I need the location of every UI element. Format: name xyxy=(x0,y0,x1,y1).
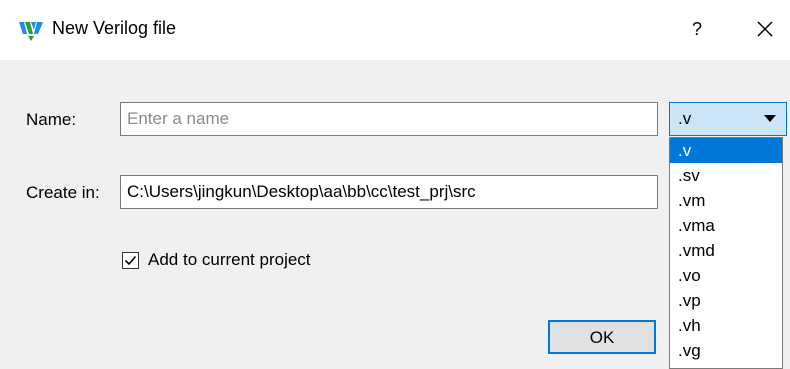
close-button[interactable] xyxy=(750,14,780,44)
add-to-project-checkbox[interactable] xyxy=(122,252,139,269)
extension-option[interactable]: .vh xyxy=(670,313,782,338)
chevron-down-icon xyxy=(764,115,776,122)
add-to-project-label: Add to current project xyxy=(148,250,311,269)
extension-option[interactable]: .vg xyxy=(670,338,782,363)
extension-selected-value: .v xyxy=(678,109,692,128)
ok-button[interactable]: OK xyxy=(548,320,656,354)
extension-option[interactable]: .sv xyxy=(670,163,782,188)
name-field[interactable] xyxy=(120,102,658,136)
extension-options-list: .v .sv .vm .vma .vmd .vo .vp .vh .vg xyxy=(669,137,783,369)
dialog-window: New Verilog file ? Name: .v Create in: C… xyxy=(0,0,790,369)
name-label: Name: xyxy=(26,110,77,129)
help-button[interactable]: ? xyxy=(682,14,712,44)
close-icon xyxy=(750,21,780,48)
name-input[interactable] xyxy=(127,104,657,134)
extension-option[interactable]: .vm xyxy=(670,188,782,213)
window-title: New Verilog file xyxy=(52,18,177,38)
create-in-label: Create in: xyxy=(26,183,100,202)
extension-dropdown[interactable]: .v xyxy=(669,102,787,136)
extension-option[interactable]: .vmd xyxy=(670,238,782,263)
extension-option[interactable]: .v xyxy=(670,138,782,163)
extension-option[interactable]: .vp xyxy=(670,288,782,313)
extension-option[interactable]: .vma xyxy=(670,213,782,238)
gowin-logo-icon xyxy=(18,18,44,42)
create-in-field[interactable]: C:\Users\jingkun\Desktop\aa\bb\cc\test_p… xyxy=(120,175,658,209)
extension-option[interactable]: .vo xyxy=(670,263,782,288)
title-bar: New Verilog file ? xyxy=(0,0,790,60)
